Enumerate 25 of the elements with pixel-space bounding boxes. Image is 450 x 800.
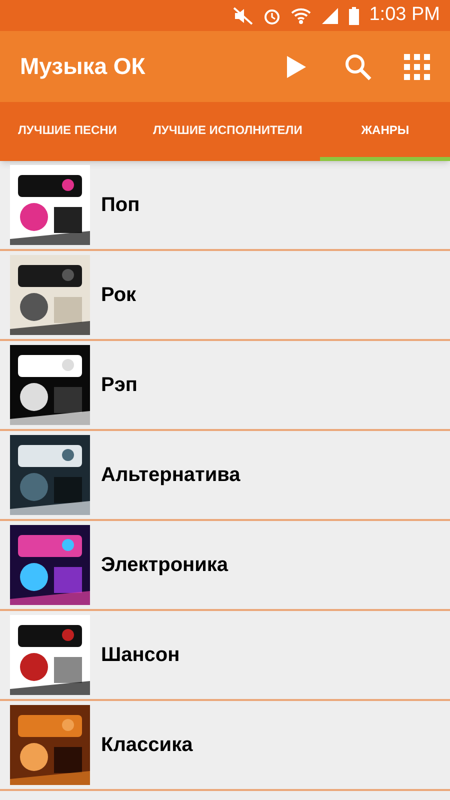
apps-button[interactable] xyxy=(402,52,432,82)
genre-name: Рэп xyxy=(101,373,138,398)
genre-row[interactable]: Рэп xyxy=(0,341,450,431)
genre-name: Рок xyxy=(101,283,136,308)
app-title: Музыка ОК xyxy=(20,52,146,82)
genre-name: Поп xyxy=(101,193,140,218)
battery-icon xyxy=(349,6,360,24)
status-time: 1:03 PM xyxy=(369,3,440,28)
genre-row[interactable]: Классика xyxy=(0,701,450,791)
genre-row[interactable]: Шансон xyxy=(0,611,450,701)
genre-name: Классика xyxy=(101,733,193,758)
search-icon xyxy=(344,52,372,80)
genre-row[interactable]: Рок xyxy=(0,251,450,341)
signal-icon xyxy=(321,6,340,24)
genre-row[interactable]: Электроника xyxy=(0,521,450,611)
genre-name: Электроника xyxy=(101,553,228,578)
grid-icon xyxy=(404,54,430,80)
genre-name: Альтернатива xyxy=(101,463,240,488)
genre-name: Шансон xyxy=(101,643,180,668)
play-icon xyxy=(285,54,307,78)
alarm-icon xyxy=(263,6,282,24)
genre-row[interactable]: Поп xyxy=(0,161,450,251)
mute-icon xyxy=(233,6,254,24)
genre-row[interactable]: Альтернатива xyxy=(0,431,450,521)
wifi-icon xyxy=(291,6,312,24)
